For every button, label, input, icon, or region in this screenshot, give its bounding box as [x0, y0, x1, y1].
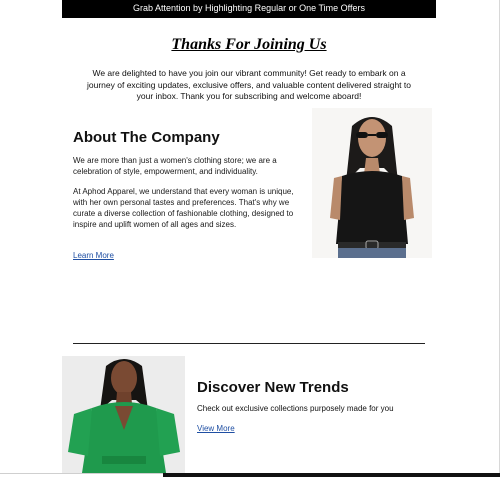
intro-text: We are delighted to have you join our vi… [87, 68, 411, 101]
model-green-top-image [62, 356, 185, 473]
offer-banner: Grab Attention by Highlighting Regular o… [62, 0, 436, 18]
about-paragraph-1: We are more than just a women's clothing… [73, 156, 277, 176]
email-body: Grab Attention by Highlighting Regular o… [62, 0, 436, 477]
model-black-top-image [312, 108, 432, 258]
window-right-border [499, 0, 500, 477]
trend-model-illustration [62, 356, 185, 473]
model-illustration [312, 108, 432, 258]
about-paragraph-2: At Aphod Apparel, we understand that eve… [73, 187, 294, 229]
trends-description: Check out exclusive collections purposel… [197, 404, 394, 413]
section-divider [73, 343, 425, 344]
learn-more-link[interactable]: Learn More [73, 251, 114, 260]
trends-heading: Discover New Trends [197, 379, 349, 396]
view-more-link[interactable]: View More [197, 424, 235, 433]
about-heading: About The Company [73, 129, 220, 146]
page-title: Thanks For Joining Us [171, 36, 327, 53]
